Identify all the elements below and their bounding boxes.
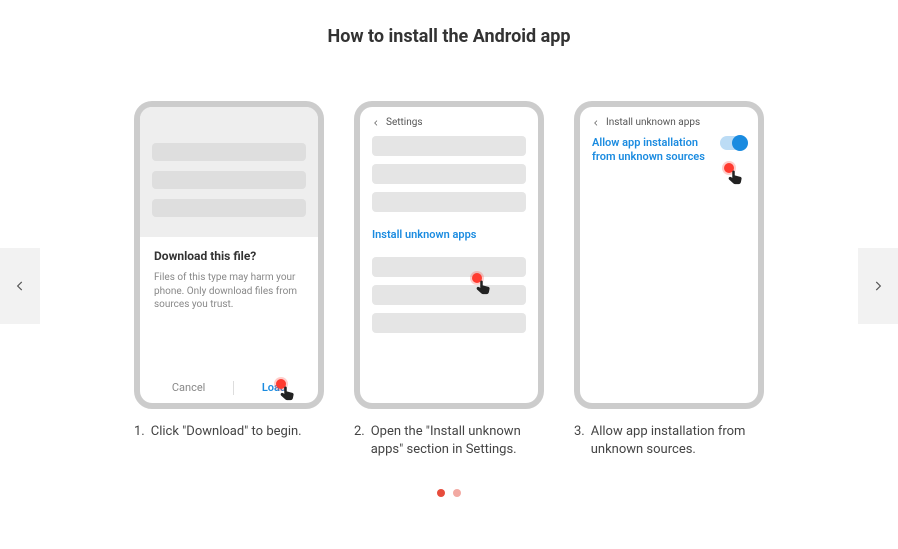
skeleton-line (152, 199, 306, 217)
step-caption: Allow app installation from unknown sour… (591, 423, 764, 459)
skeleton-line (372, 136, 526, 156)
skeleton-line (372, 285, 526, 305)
allow-installation-label: Allow app installation from unknown sour… (592, 136, 712, 165)
page-title: How to install the Android app (0, 0, 898, 47)
touch-indicator (468, 273, 496, 301)
divider (233, 381, 234, 395)
screen-header: Settings (386, 117, 423, 128)
touch-indicator (720, 163, 748, 191)
skeleton-line (372, 192, 526, 212)
dialog-title: Download this file? (154, 249, 304, 263)
phone-mock-3: Install unknown apps Allow app installat… (574, 101, 764, 409)
step-1: Download this file? Files of this type m… (134, 101, 324, 459)
touch-indicator (272, 379, 300, 407)
chevron-right-icon (871, 279, 885, 293)
hand-pointer-icon (474, 277, 494, 299)
dialog-body: Files of this type may harm your phone. … (154, 271, 304, 312)
step-2: Settings Install unknown apps 2. Ope (354, 101, 544, 459)
hand-pointer-icon (726, 167, 746, 189)
phone-mock-2: Settings Install unknown apps (354, 101, 544, 409)
carousel-next-button[interactable] (858, 248, 898, 324)
skeleton-line (152, 143, 306, 161)
cancel-button[interactable]: Cancel (172, 381, 205, 395)
install-unknown-apps-link[interactable]: Install unknown apps (372, 220, 526, 249)
allow-installation-toggle[interactable] (720, 136, 746, 150)
phone-mock-1: Download this file? Files of this type m… (134, 101, 324, 409)
carousel-pager (0, 489, 898, 497)
step-3: Install unknown apps Allow app installat… (574, 101, 764, 459)
pager-dot[interactable] (453, 489, 461, 497)
pager-dot-active[interactable] (437, 489, 445, 497)
skeleton-line (372, 164, 526, 184)
step-number: 2. (354, 423, 365, 459)
instruction-cards: Download this file? Files of this type m… (0, 101, 898, 459)
step-caption: Open the "Install unknown apps" section … (371, 423, 544, 459)
skeleton-line (152, 171, 306, 189)
step-caption: Click "Download" to begin. (151, 423, 302, 441)
chevron-left-icon (13, 279, 27, 293)
step-number: 1. (134, 423, 145, 441)
skeleton-line (372, 313, 526, 333)
step-number: 3. (574, 423, 585, 459)
screen-header: Install unknown apps (606, 117, 700, 128)
carousel-prev-button[interactable] (0, 248, 40, 324)
skeleton-line (372, 257, 526, 277)
chevron-left-icon (372, 119, 380, 127)
hand-pointer-icon (278, 383, 298, 405)
chevron-left-icon (592, 119, 600, 127)
